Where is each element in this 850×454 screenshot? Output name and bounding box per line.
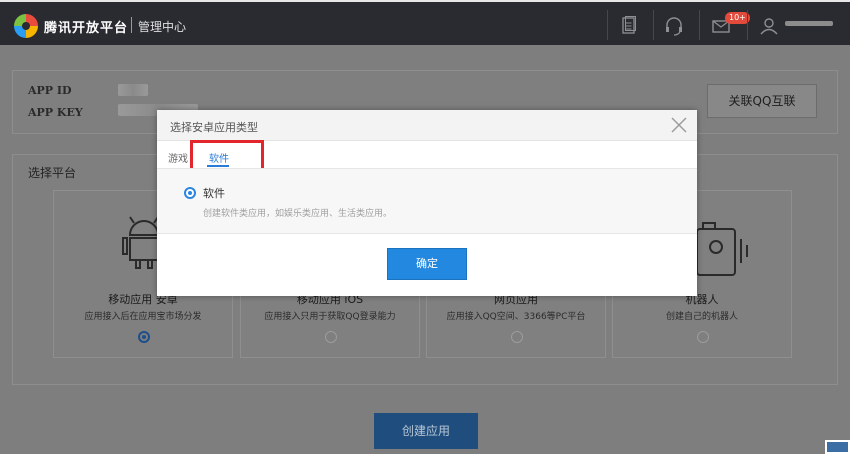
app-id-label: APP ID bbox=[28, 84, 72, 97]
dialog-title: 选择安卓应用类型 bbox=[170, 121, 258, 134]
platform-radio-android[interactable] bbox=[138, 331, 150, 343]
tencent-logo-icon[interactable] bbox=[14, 14, 38, 38]
nav-divider bbox=[607, 10, 608, 40]
nav-divider bbox=[653, 10, 654, 40]
corner-widget[interactable] bbox=[825, 440, 850, 454]
tab-game[interactable]: 游戏 bbox=[168, 150, 188, 165]
user-icon[interactable] bbox=[759, 16, 779, 36]
brand-divider bbox=[131, 17, 132, 33]
platform-radio-ios[interactable] bbox=[325, 331, 337, 343]
platform-radio-robot[interactable] bbox=[697, 331, 709, 343]
close-icon[interactable] bbox=[670, 116, 688, 134]
dialog-option-area bbox=[157, 168, 697, 234]
confirm-button[interactable]: 确定 bbox=[387, 248, 467, 280]
nav-divider bbox=[747, 10, 748, 40]
software-option-radio[interactable] bbox=[184, 187, 196, 199]
dialog-header: 选择安卓应用类型 bbox=[157, 110, 697, 141]
android-app-type-dialog: 选择安卓应用类型 游戏 软件 软件 创建软件类应用，如娱乐类应用、生活类应用。 … bbox=[157, 110, 697, 296]
platform-card-desc: 创建自己的机器人 bbox=[665, 312, 738, 322]
platform-card-desc: 应用接入QQ空间、3366等PC平台 bbox=[446, 312, 586, 322]
username-redacted[interactable] bbox=[785, 21, 833, 26]
create-app-button[interactable]: 创建应用 bbox=[374, 413, 478, 449]
nav-divider bbox=[699, 10, 700, 40]
link-qq-connect-button[interactable]: 关联QQ互联 bbox=[707, 84, 817, 118]
platform-radio-web[interactable] bbox=[511, 331, 523, 343]
platform-card-desc: 应用接入只用于获取QQ登录能力 bbox=[264, 312, 396, 322]
headset-icon[interactable] bbox=[664, 16, 684, 36]
software-option-label[interactable]: 软件 bbox=[203, 185, 225, 201]
app-id-value-redacted bbox=[118, 84, 148, 96]
brand-subtitle[interactable]: 管理中心 bbox=[138, 18, 186, 35]
top-navigation-bar: 腾讯开放平台 管理中心 10+ bbox=[0, 2, 850, 45]
software-option-desc: 创建软件类应用，如娱乐类应用、生活类应用。 bbox=[203, 209, 393, 219]
platform-section-title: 选择平台 bbox=[28, 166, 77, 180]
brand-name[interactable]: 腾讯开放平台 bbox=[44, 17, 128, 36]
document-icon[interactable] bbox=[619, 16, 639, 36]
robot-icon bbox=[696, 222, 748, 276]
app-key-label: APP KEY bbox=[28, 106, 83, 119]
platform-card-desc: 应用接入后在应用宝市场分发 bbox=[84, 312, 202, 322]
